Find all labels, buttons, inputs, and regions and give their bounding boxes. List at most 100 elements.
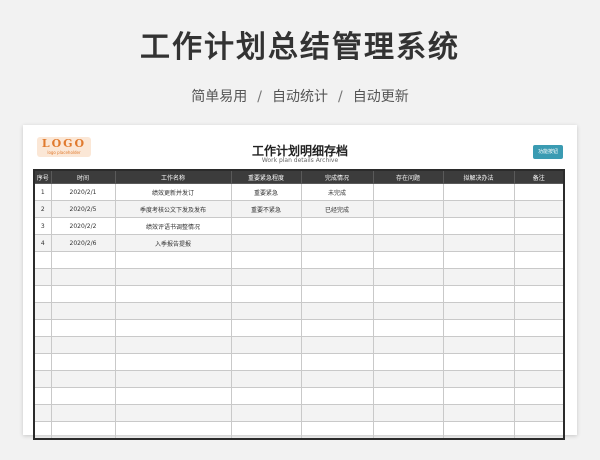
table-cell[interactable] <box>372 251 444 269</box>
table-cell[interactable] <box>114 251 232 269</box>
table-cell[interactable] <box>114 387 232 405</box>
table-cell[interactable] <box>372 336 444 354</box>
table-cell[interactable] <box>33 421 52 440</box>
table-cell[interactable] <box>114 302 232 320</box>
table-cell[interactable] <box>300 234 374 252</box>
table-cell[interactable] <box>372 183 444 201</box>
table-cell[interactable] <box>230 387 302 405</box>
table-cell[interactable]: 2020/2/1 <box>50 183 116 201</box>
table-cell[interactable] <box>513 217 565 235</box>
table-cell[interactable] <box>513 404 565 422</box>
table-cell[interactable] <box>50 319 116 337</box>
table-cell[interactable] <box>300 251 374 269</box>
table-cell[interactable] <box>372 285 444 303</box>
table-cell[interactable] <box>33 319 52 337</box>
table-cell[interactable]: 未完成 <box>300 183 374 201</box>
table-cell[interactable] <box>50 302 116 320</box>
table-cell[interactable] <box>50 285 116 303</box>
table-cell[interactable] <box>114 268 232 286</box>
table-cell[interactable] <box>513 370 565 388</box>
table-cell[interactable] <box>442 319 515 337</box>
table-cell[interactable] <box>513 268 565 286</box>
table-cell[interactable] <box>372 387 444 405</box>
table-cell[interactable] <box>513 387 565 405</box>
table-cell[interactable] <box>114 421 232 440</box>
table-cell[interactable] <box>33 387 52 405</box>
table-cell[interactable] <box>230 217 302 235</box>
table-cell[interactable] <box>442 251 515 269</box>
table-cell[interactable] <box>50 251 116 269</box>
table-cell[interactable] <box>50 387 116 405</box>
table-cell[interactable] <box>513 353 565 371</box>
table-cell[interactable] <box>230 353 302 371</box>
table-cell[interactable] <box>33 302 52 320</box>
table-cell[interactable] <box>230 251 302 269</box>
table-cell[interactable] <box>372 421 444 440</box>
table-cell[interactable] <box>230 302 302 320</box>
table-cell[interactable] <box>513 319 565 337</box>
table-cell[interactable]: 2 <box>33 200 52 218</box>
table-cell[interactable] <box>372 319 444 337</box>
table-cell[interactable] <box>230 404 302 422</box>
table-cell[interactable] <box>442 217 515 235</box>
table-cell[interactable]: 2020/2/6 <box>50 234 116 252</box>
table-cell[interactable] <box>114 285 232 303</box>
table-cell[interactable] <box>33 370 52 388</box>
table-cell[interactable] <box>300 421 374 440</box>
table-cell[interactable] <box>300 353 374 371</box>
table-cell[interactable] <box>442 421 515 440</box>
table-cell[interactable] <box>442 336 515 354</box>
table-cell[interactable]: 重要紧急 <box>230 183 302 201</box>
table-cell[interactable] <box>33 251 52 269</box>
table-cell[interactable]: 重要不紧急 <box>230 200 302 218</box>
table-cell[interactable] <box>230 268 302 286</box>
table-cell[interactable] <box>513 285 565 303</box>
table-cell[interactable]: 1 <box>33 183 52 201</box>
table-cell[interactable]: 4 <box>33 234 52 252</box>
table-cell[interactable] <box>114 319 232 337</box>
table-cell[interactable] <box>372 302 444 320</box>
table-cell[interactable] <box>442 234 515 252</box>
table-cell[interactable] <box>33 404 52 422</box>
table-cell[interactable] <box>442 353 515 371</box>
table-cell[interactable] <box>230 319 302 337</box>
table-cell[interactable] <box>114 353 232 371</box>
table-cell[interactable] <box>442 285 515 303</box>
table-cell[interactable] <box>442 183 515 201</box>
table-cell[interactable] <box>300 404 374 422</box>
table-cell[interactable] <box>513 200 565 218</box>
table-cell[interactable] <box>33 336 52 354</box>
table-cell[interactable] <box>372 404 444 422</box>
table-cell[interactable]: 绩效更新并发订 <box>114 183 232 201</box>
table-cell[interactable]: 绩效评语书调整情况 <box>114 217 232 235</box>
table-cell[interactable]: 季度考核公文下发及发布 <box>114 200 232 218</box>
table-cell[interactable]: 入季报告提报 <box>114 234 232 252</box>
table-cell[interactable] <box>230 421 302 440</box>
table-cell[interactable] <box>442 370 515 388</box>
table-cell[interactable] <box>372 200 444 218</box>
table-cell[interactable]: 2020/2/5 <box>50 200 116 218</box>
table-cell[interactable] <box>50 404 116 422</box>
table-cell[interactable] <box>50 421 116 440</box>
table-cell[interactable] <box>33 268 52 286</box>
table-cell[interactable] <box>230 234 302 252</box>
table-cell[interactable] <box>442 387 515 405</box>
table-cell[interactable] <box>372 268 444 286</box>
table-cell[interactable] <box>442 200 515 218</box>
table-cell[interactable] <box>50 370 116 388</box>
table-cell[interactable] <box>33 353 52 371</box>
table-cell[interactable] <box>513 421 565 440</box>
table-cell[interactable] <box>230 336 302 354</box>
table-cell[interactable] <box>230 370 302 388</box>
table-cell[interactable] <box>300 387 374 405</box>
table-cell[interactable] <box>50 336 116 354</box>
table-cell[interactable] <box>513 183 565 201</box>
table-cell[interactable] <box>513 302 565 320</box>
table-cell[interactable]: 已经完成 <box>300 200 374 218</box>
table-cell[interactable] <box>50 353 116 371</box>
table-cell[interactable] <box>300 217 374 235</box>
table-cell[interactable]: 2020/2/2 <box>50 217 116 235</box>
table-cell[interactable] <box>230 285 302 303</box>
table-cell[interactable] <box>114 336 232 354</box>
function-button[interactable]: 功能按钮 <box>533 145 563 159</box>
